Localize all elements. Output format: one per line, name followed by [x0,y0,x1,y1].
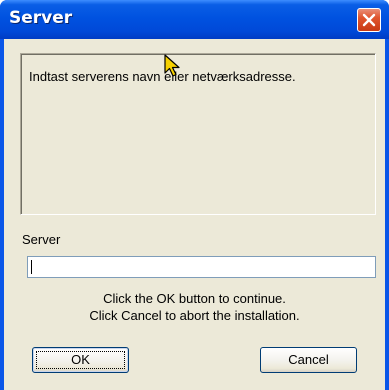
ok-button-label: OK [71,352,90,367]
close-icon [362,13,376,27]
instruction-continue: Click the OK button to continue. [103,291,286,306]
message-panel: Indtast serverens navn eller netværksadr… [20,53,376,215]
server-input[interactable] [27,256,376,278]
dialog-body: Indtast serverens navn eller netværksadr… [4,39,385,390]
mouse-pointer-icon [163,54,183,83]
cancel-button[interactable]: Cancel [260,347,357,373]
dialog-title: Server [9,8,73,28]
server-dialog: Server Indtast serverens navn eller netv… [0,0,389,390]
title-bar[interactable]: Server [0,0,389,39]
text-caret [31,260,32,274]
instruction-cancel: Click Cancel to abort the installation. [89,308,300,323]
close-button[interactable] [357,8,381,32]
ok-button[interactable]: OK [32,347,129,373]
server-label: Server [22,232,61,247]
